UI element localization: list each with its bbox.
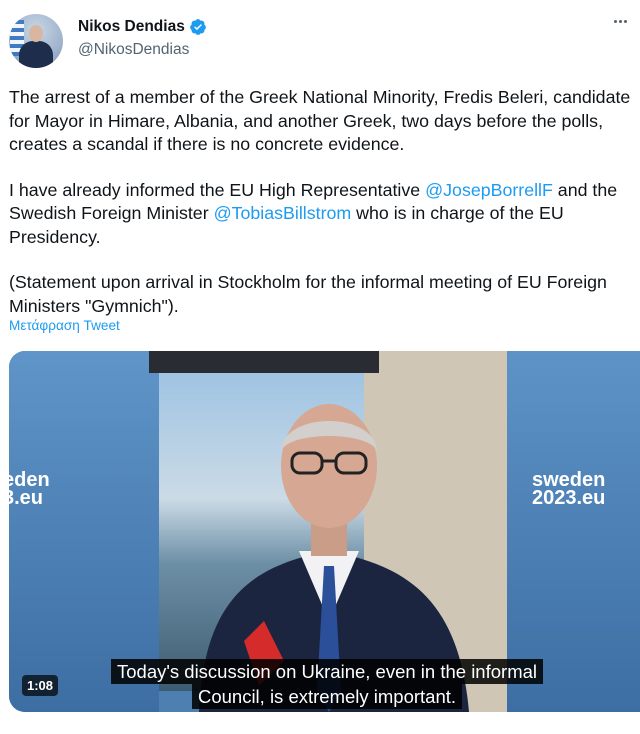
caption-line-2: Council, is extremely important. <box>191 684 463 709</box>
backdrop-right-banner <box>507 351 640 712</box>
video-duration: 1:08 <box>22 675 59 696</box>
author-name[interactable]: Nikos Dendias <box>78 18 185 36</box>
more-options-icon[interactable] <box>614 20 627 23</box>
author-name-row: Nikos Dendias <box>78 18 207 36</box>
tweet-paragraph-2: I have already informed the EU High Repr… <box>9 179 637 250</box>
caption-line-1: Today's discussion on Ukraine, even in t… <box>111 659 543 684</box>
mention-link-josepborrellf[interactable]: @JosepBorrellF <box>425 180 553 200</box>
avatar-head <box>29 25 43 42</box>
video-player[interactable]: eden3.eu sweden2023.eu <box>9 351 640 712</box>
sweden-logo-right: sweden 2023.eu <box>532 469 606 509</box>
tweet-paragraph-3: (Statement upon arrival in Stockholm for… <box>9 272 607 316</box>
ceiling <box>149 351 379 373</box>
author-handle[interactable]: @NikosDendias <box>78 41 189 59</box>
translate-tweet-link[interactable]: Μετάφραση Tweet <box>9 318 120 333</box>
avatar-body <box>19 41 53 68</box>
video-caption: Today's discussion on Ukraine, even in t… <box>72 659 582 709</box>
tweet-paragraph-1: The arrest of a member of the Greek Nati… <box>9 87 631 154</box>
text-segment: I have already informed the EU High Repr… <box>9 179 426 200</box>
verified-badge-icon <box>189 19 206 35</box>
avatar[interactable] <box>9 14 63 68</box>
backdrop-left-banner <box>9 351 159 712</box>
sweden-logo-left: eden3.eu <box>9 469 50 509</box>
tweet-text: The arrest of a member of the Greek Nati… <box>9 86 637 318</box>
tweet-header: Nikos Dendias @NikosDendias <box>9 14 629 68</box>
mention-link-tobiasbillstrom[interactable]: @TobiasBillstrom <box>214 203 352 223</box>
